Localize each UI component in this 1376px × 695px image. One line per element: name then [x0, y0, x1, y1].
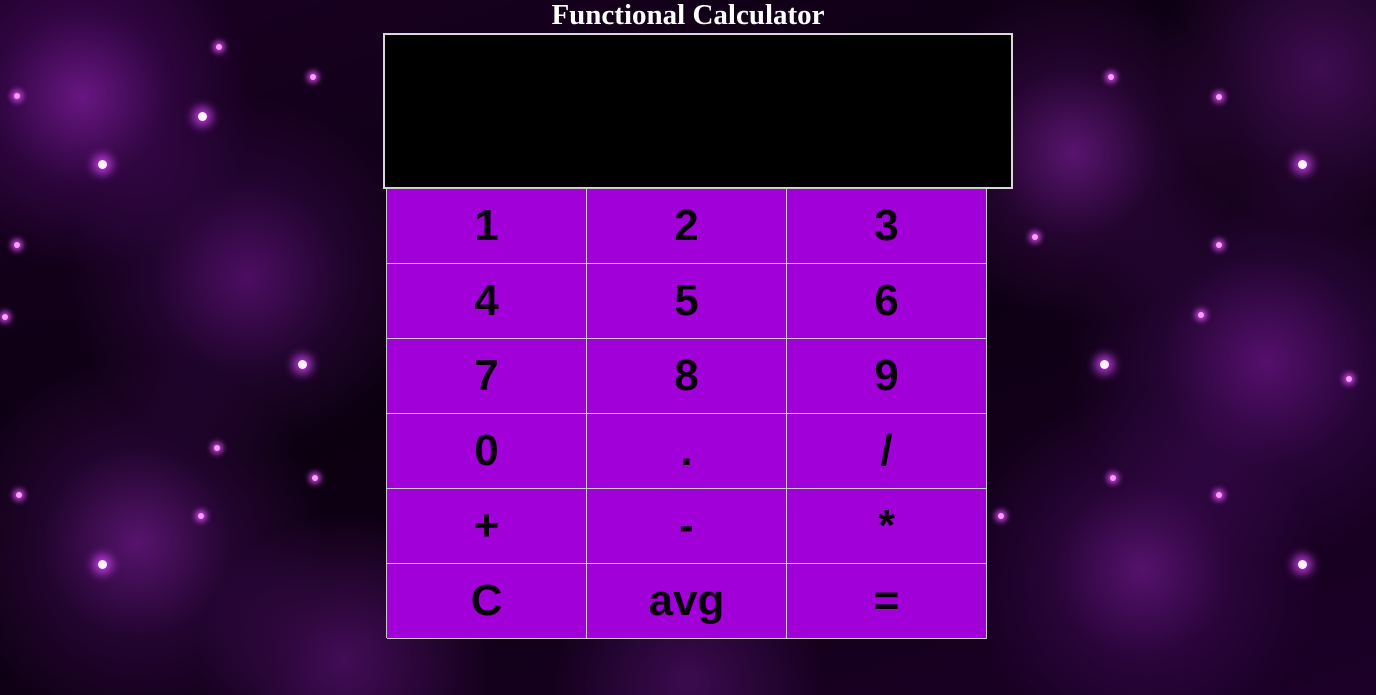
- star-decoration: [1346, 376, 1352, 382]
- multiply-button[interactable]: *: [787, 489, 987, 564]
- star-decoration: [310, 74, 316, 80]
- star-decoration: [1216, 242, 1222, 248]
- star-decoration: [216, 44, 222, 50]
- star-decoration: [98, 160, 107, 169]
- equals-button[interactable]: =: [787, 564, 987, 639]
- star-decoration: [1032, 234, 1038, 240]
- star-decoration: [1100, 360, 1109, 369]
- star-decoration: [1216, 94, 1222, 100]
- key-8-button[interactable]: 8: [587, 339, 787, 414]
- key-6-button[interactable]: 6: [787, 264, 987, 339]
- star-decoration: [14, 242, 20, 248]
- star-decoration: [1216, 492, 1222, 498]
- key-5-button[interactable]: 5: [587, 264, 787, 339]
- star-decoration: [1110, 475, 1116, 481]
- key-0-button[interactable]: 0: [387, 414, 587, 489]
- divide-button[interactable]: /: [787, 414, 987, 489]
- key-1-button[interactable]: 1: [387, 189, 587, 264]
- decimal-point-button[interactable]: .: [587, 414, 787, 489]
- star-decoration: [998, 513, 1004, 519]
- key-2-button[interactable]: 2: [587, 189, 787, 264]
- star-decoration: [1108, 74, 1114, 80]
- add-button[interactable]: +: [387, 489, 587, 564]
- star-decoration: [98, 560, 107, 569]
- star-decoration: [1198, 312, 1204, 318]
- clear-button[interactable]: C: [387, 564, 587, 639]
- page-title: Functional Calculator: [551, 0, 825, 31]
- subtract-button[interactable]: -: [587, 489, 787, 564]
- star-decoration: [198, 112, 207, 121]
- star-decoration: [312, 475, 318, 481]
- star-decoration: [1298, 560, 1307, 569]
- key-9-button[interactable]: 9: [787, 339, 987, 414]
- average-button[interactable]: avg: [587, 564, 787, 639]
- key-4-button[interactable]: 4: [387, 264, 587, 339]
- star-decoration: [14, 93, 20, 99]
- star-decoration: [2, 314, 8, 320]
- key-3-button[interactable]: 3: [787, 189, 987, 264]
- calculator-display[interactable]: [383, 33, 1013, 189]
- star-decoration: [214, 445, 220, 451]
- star-decoration: [198, 513, 204, 519]
- star-decoration: [16, 492, 22, 498]
- star-decoration: [1298, 160, 1307, 169]
- star-decoration: [298, 360, 307, 369]
- calculator-keypad: 1 2 3 4 5 6 7 8 9 0 . / + - * C avg =: [386, 188, 987, 639]
- key-7-button[interactable]: 7: [387, 339, 587, 414]
